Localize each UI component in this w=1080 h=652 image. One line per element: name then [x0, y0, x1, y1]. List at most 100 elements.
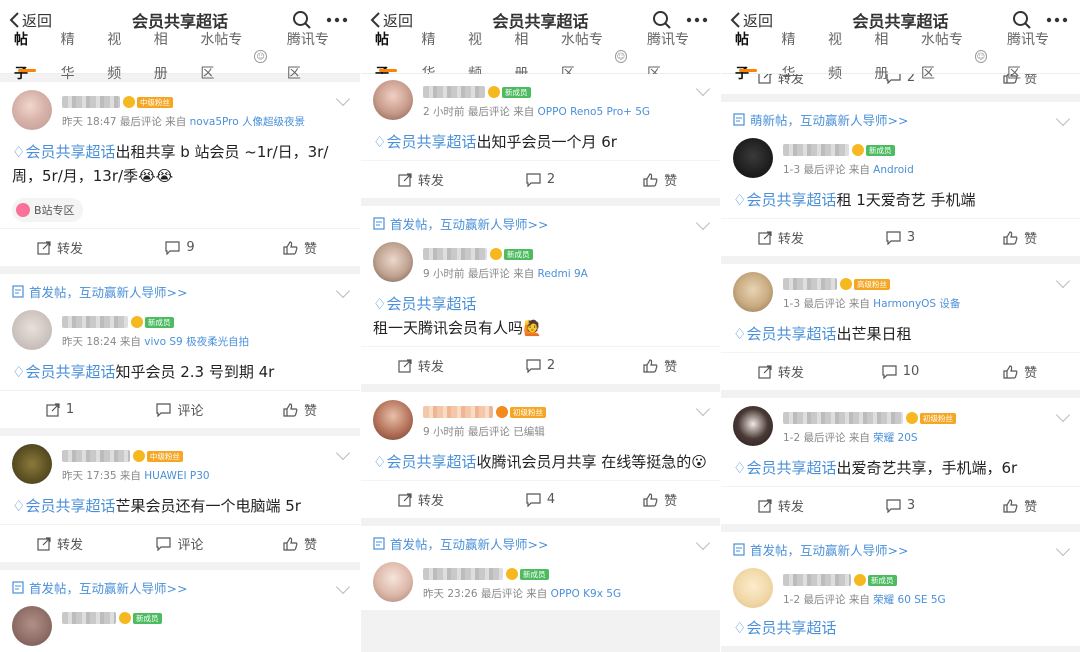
tab-albums[interactable]: 相册: [874, 32, 900, 82]
like-button[interactable]: 赞: [960, 496, 1080, 515]
search-icon[interactable]: [652, 10, 672, 30]
comment-button[interactable]: 2: [481, 172, 601, 187]
avatar[interactable]: [12, 310, 52, 350]
avatar[interactable]: [373, 242, 413, 282]
post-text[interactable]: ♢会员共享超话芒果会员还有一个电脑端 5r: [0, 492, 360, 524]
post-card[interactable]: 萌新帖，互动赢新人导师>> 新成员 1-3 最后评论 来自 Android ♢会…: [721, 102, 1080, 256]
comment-button[interactable]: 3: [841, 230, 961, 245]
topic-tag[interactable]: B站专区: [12, 198, 83, 222]
device-source[interactable]: HUAWEI P30: [144, 470, 209, 482]
tab-tencent[interactable]: 腾讯专区: [647, 32, 700, 82]
topic-link[interactable]: ♢会员共享超话: [12, 143, 115, 161]
post-text[interactable]: ♢会员共享超话租 1天爱奇艺 手机端: [721, 186, 1080, 218]
tab-videos[interactable]: 视频: [828, 32, 854, 82]
username-blurred[interactable]: [62, 316, 128, 328]
avatar[interactable]: [733, 568, 773, 608]
like-button[interactable]: 赞: [960, 362, 1080, 381]
username-blurred[interactable]: [783, 278, 837, 290]
comment-button[interactable]: 2: [481, 358, 601, 373]
post-text[interactable]: ♢会员共享超话出知乎会员一个月 6r: [361, 128, 720, 160]
tab-posts[interactable]: 帖子: [14, 32, 41, 82]
topic-link[interactable]: ♢会员共享超话: [12, 363, 115, 381]
more-icon[interactable]: [686, 17, 708, 23]
newcomer-hint[interactable]: 首发帖，互动赢新人导师>>: [0, 274, 360, 308]
post-card[interactable]: 首发帖，互动赢新人导师>> 新成员 昨天 18:24 来自 vivo S9 极夜…: [0, 274, 360, 428]
comment-button[interactable]: 3: [841, 498, 961, 513]
topic-link[interactable]: ♢会员共享超话: [733, 459, 836, 477]
username-blurred[interactable]: [783, 412, 903, 424]
forward-button[interactable]: 转发: [361, 490, 481, 509]
device-source[interactable]: 荣耀 60 SE 5G: [873, 594, 946, 606]
device-source[interactable]: OPPO K9x 5G: [551, 588, 621, 600]
avatar[interactable]: [373, 80, 413, 120]
avatar[interactable]: [373, 400, 413, 440]
post-card[interactable]: 初级粉丝 9 小时前 最后评论 已编辑 ♢会员共享超话收腾讯会员月共享 在线等挺…: [361, 392, 720, 518]
comment-button[interactable]: 评论: [120, 534, 240, 553]
tab-videos[interactable]: 视频: [468, 32, 494, 82]
post-card[interactable]: 首发帖，互动赢新人导师>> 新成员: [0, 570, 360, 652]
post-card[interactable]: 高级粉丝 1-3 最后评论 来自 HarmonyOS 设备 ♢会员共享超话出芒果…: [721, 264, 1080, 390]
post-card[interactable]: 新成员 2 小时前 最后评论 来自 OPPO Reno5 Pro+ 5G ♢会员…: [361, 74, 720, 198]
avatar[interactable]: [12, 90, 52, 130]
post-text[interactable]: ♢会员共享超话收腾讯会员月共享 在线等挺急的😮: [361, 448, 720, 480]
tab-featured[interactable]: 精华: [781, 32, 807, 82]
username-blurred[interactable]: [423, 568, 503, 580]
forward-button[interactable]: 转发: [361, 170, 481, 189]
post-text[interactable]: ♢会员共享超话: [721, 616, 1080, 646]
post-text[interactable]: ♢会员共享超话出爱奇艺共享，手机端，6r: [721, 454, 1080, 486]
tab-water-posts[interactable]: 水帖专区☺: [561, 32, 628, 82]
tab-water-posts[interactable]: 水帖专区☺: [921, 32, 988, 82]
post-text[interactable]: ♢会员共享超话出租共享 b 站会员 ~1r/日，3r/周，5r/月，13r/季😭…: [0, 138, 360, 194]
forward-button[interactable]: 转发: [0, 534, 120, 553]
tab-posts[interactable]: 帖子: [375, 32, 401, 82]
newcomer-hint[interactable]: 首发帖，互动赢新人导师>>: [361, 206, 720, 240]
post-card[interactable]: 首发帖，互动赢新人导师>> 新成员 1-2 最后评论 来自 荣耀 60 SE 5…: [721, 532, 1080, 646]
search-icon[interactable]: [292, 10, 312, 30]
post-card[interactable]: 首发帖，互动赢新人导师>> 新成员 昨天 23:26 最后评论 来自 OPPO …: [361, 526, 720, 610]
post-text[interactable]: ♢会员共享超话出芒果日租: [721, 320, 1080, 352]
more-icon[interactable]: [326, 17, 348, 23]
post-text[interactable]: ♢会员共享超话知乎会员 2.3 号到期 4r: [0, 358, 360, 390]
username-blurred[interactable]: [62, 96, 120, 108]
newcomer-hint[interactable]: 首发帖，互动赢新人导师>>: [721, 532, 1080, 566]
device-source[interactable]: vivo S9 极夜柔光自拍: [144, 336, 249, 348]
forward-button[interactable]: 转发: [721, 362, 841, 381]
tab-albums[interactable]: 相册: [154, 32, 181, 82]
post-card[interactable]: 首发帖，互动赢新人导师>> 新成员 9 小时前 最后评论 来自 Redmi 9A…: [361, 206, 720, 384]
like-button[interactable]: 赞: [600, 170, 720, 189]
like-button[interactable]: 赞: [600, 356, 720, 375]
comment-button[interactable]: 评论: [120, 400, 240, 419]
topic-link[interactable]: ♢会员共享超话: [733, 325, 836, 343]
username-blurred[interactable]: [423, 406, 493, 418]
username-blurred[interactable]: [62, 450, 130, 462]
newcomer-hint[interactable]: 首发帖，互动赢新人导师>>: [0, 570, 360, 604]
username-blurred[interactable]: [783, 144, 849, 156]
forward-button[interactable]: 转发: [721, 496, 841, 515]
topic-link[interactable]: ♢会员共享超话: [733, 191, 836, 209]
tab-water-posts[interactable]: 水帖专区☺: [200, 32, 267, 82]
like-button[interactable]: 赞: [240, 534, 360, 553]
like-button[interactable]: 赞: [240, 238, 360, 257]
tab-albums[interactable]: 相册: [514, 32, 540, 82]
avatar[interactable]: [733, 406, 773, 446]
device-source[interactable]: Redmi 9A: [538, 268, 588, 280]
username-blurred[interactable]: [783, 574, 851, 586]
post-card[interactable]: 初级粉丝 1-2 最后评论 来自 荣耀 20S ♢会员共享超话出爱奇艺共享，手机…: [721, 398, 1080, 524]
device-source[interactable]: HarmonyOS 设备: [873, 298, 960, 310]
device-source[interactable]: Android: [873, 164, 914, 176]
newcomer-hint[interactable]: 首发帖，互动赢新人导师>>: [361, 526, 720, 560]
like-button[interactable]: 赞: [600, 490, 720, 509]
feed[interactable]: 转发 2 赞 萌新帖，互动赢新人导师>> 新成员 1-3 最后评论 来自 And…: [721, 74, 1080, 652]
comment-button[interactable]: 10: [841, 364, 961, 379]
topic-link[interactable]: ♢会员共享超话: [373, 453, 476, 471]
forward-button[interactable]: 转发: [0, 238, 120, 257]
avatar[interactable]: [733, 272, 773, 312]
comment-button[interactable]: 9: [120, 240, 240, 255]
avatar[interactable]: [373, 562, 413, 602]
tab-posts[interactable]: 帖子: [735, 32, 761, 82]
forward-button[interactable]: 转发: [721, 228, 841, 247]
device-source[interactable]: 荣耀 20S: [873, 432, 917, 444]
feed[interactable]: 新成员 2 小时前 最后评论 来自 OPPO Reno5 Pro+ 5G ♢会员…: [361, 74, 720, 652]
forward-button[interactable]: 转发: [361, 356, 481, 375]
like-button[interactable]: 赞: [240, 400, 360, 419]
